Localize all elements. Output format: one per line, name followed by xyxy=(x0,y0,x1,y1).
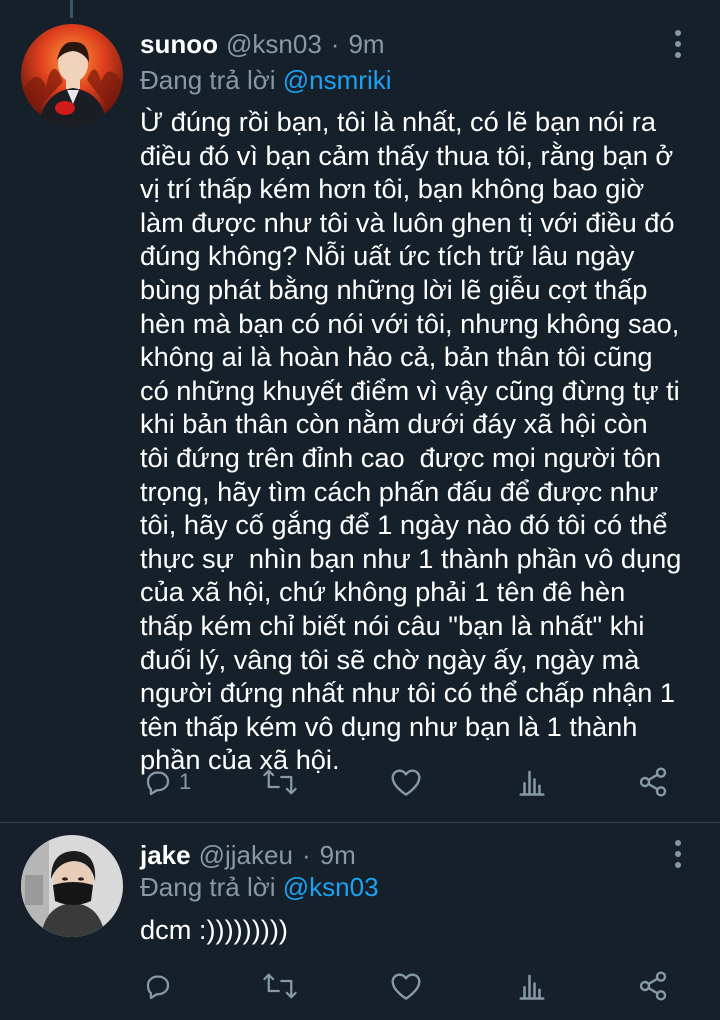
more-vertical-icon[interactable] xyxy=(668,840,688,880)
tweet[interactable]: sunoo @ksn03 · 9m Đang trả lời @nsmriki … xyxy=(0,0,720,822)
tweet-header: sunoo @ksn03 · 9m xyxy=(140,26,385,62)
analytics-icon xyxy=(519,974,545,1000)
retweet-button[interactable] xyxy=(262,966,298,1006)
share-button[interactable] xyxy=(637,966,669,1006)
replying-to: Đang trả lời @ksn03 xyxy=(140,869,379,905)
separator-dot: · xyxy=(330,29,340,59)
timeline: sunoo @ksn03 · 9m Đang trả lời @nsmriki … xyxy=(0,0,720,1020)
replying-to-label: Đang trả lời xyxy=(140,872,283,902)
share-icon xyxy=(639,971,667,1001)
more-vertical-icon[interactable] xyxy=(668,30,688,70)
timestamp[interactable]: 9m xyxy=(320,837,356,873)
like-button[interactable] xyxy=(390,762,422,802)
tweet-header: jake @jjakeu · 9m xyxy=(140,837,356,873)
user-handle[interactable]: @jjakeu xyxy=(199,837,293,873)
reply-icon xyxy=(146,771,170,796)
display-name[interactable]: sunoo xyxy=(140,26,218,62)
tweet-text: Ừ đúng rồi bạn, tôi là nhất, có lẽ bạn n… xyxy=(140,106,682,776)
like-icon xyxy=(391,769,421,796)
analytics-button[interactable] xyxy=(518,966,546,1006)
user-handle[interactable]: @ksn03 xyxy=(226,26,322,62)
share-icon xyxy=(639,767,667,797)
separator-dot: · xyxy=(301,840,311,870)
timestamp[interactable]: 9m xyxy=(348,26,384,62)
reply-button[interactable]: 1 xyxy=(143,762,191,802)
reply-count: 1 xyxy=(179,769,192,794)
tweet-text: dcm :))))))))) xyxy=(140,914,288,945)
replying-to-mention[interactable]: @ksn03 xyxy=(283,872,379,902)
retweet-icon xyxy=(263,973,297,999)
tweet[interactable]: jake @jjakeu · 9m Đang trả lời @ksn03 dc… xyxy=(0,823,720,1020)
reply-icon xyxy=(146,975,170,1000)
share-button[interactable] xyxy=(637,762,669,802)
retweet-button[interactable] xyxy=(262,762,298,802)
replying-to-mention[interactable]: @nsmriki xyxy=(283,65,392,95)
avatar[interactable] xyxy=(21,835,123,937)
display-name[interactable]: jake xyxy=(140,837,191,873)
replying-to: Đang trả lời @nsmriki xyxy=(140,62,392,98)
avatar[interactable] xyxy=(21,24,123,126)
avatar-image xyxy=(21,24,123,126)
like-button[interactable] xyxy=(390,966,422,1006)
analytics-button[interactable] xyxy=(518,762,546,802)
replying-to-label: Đang trả lời xyxy=(140,65,283,95)
retweet-icon xyxy=(263,769,297,795)
like-icon xyxy=(391,973,421,1000)
tweet-actions: 1 xyxy=(140,762,680,802)
reply-button[interactable] xyxy=(143,966,179,1006)
tweet-actions xyxy=(140,966,680,1006)
analytics-icon xyxy=(519,770,545,796)
avatar-image xyxy=(21,835,123,937)
